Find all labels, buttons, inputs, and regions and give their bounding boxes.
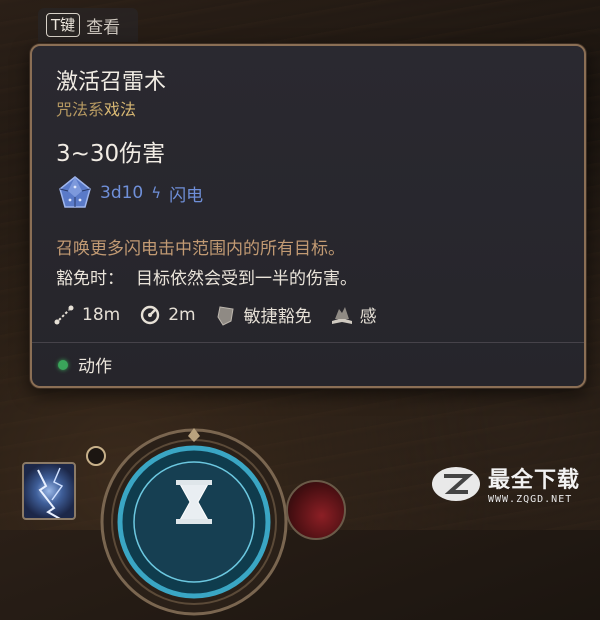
shield-icon <box>217 305 234 326</box>
watermark-url: WWW.ZQGD.NET <box>488 494 573 505</box>
save-text: 目标依然会受到一半的伤害。 <box>136 269 357 289</box>
extra-value: 感 <box>359 307 377 327</box>
save-type: 敏捷豁免 <box>243 307 312 327</box>
inspect-label: 查看 <box>86 17 121 38</box>
spell-hotbar-slot[interactable] <box>22 462 76 520</box>
range-icon <box>54 305 74 324</box>
lightning-spell-icon <box>37 467 64 518</box>
action-dot-icon <box>58 359 68 370</box>
spell-type: 戏法 <box>104 100 137 119</box>
radius-icon <box>141 305 160 324</box>
spell-subtitle: 咒法系戏法 <box>56 96 136 120</box>
save-type-stat: 敏捷豁免 <box>214 302 312 327</box>
turn-orb[interactable] <box>96 424 292 620</box>
damage-range: 3~30伤害 <box>56 141 166 167</box>
key-badge: T键 <box>46 13 81 37</box>
watermark: 最全下载 WWW.ZQGD.NET <box>430 462 580 505</box>
radius-stat: 2m <box>138 303 196 327</box>
action-cost: 动作 <box>58 352 112 377</box>
radius-value: 2m <box>168 304 196 325</box>
lightning-icon: ϟ <box>151 184 162 202</box>
spell-tooltip: 激活召雷术 咒法系戏法 3~30伤害 3d10 ϟ 闪电 召唤更多闪电击中范围内… <box>30 44 586 388</box>
range-value: 18m <box>82 304 121 325</box>
extra-stat: 感 <box>330 302 377 327</box>
dice-value: 3d10 <box>100 183 144 203</box>
resource-orb <box>286 480 346 540</box>
range-stat: 18m <box>52 303 120 327</box>
watermark-text: 最全下载 WWW.ZQGD.NET <box>488 462 580 505</box>
book-icon <box>331 306 352 324</box>
spell-description: 召唤更多闪电击中范围内的所有目标。 <box>56 239 345 259</box>
dice-row: 3d10 ϟ 闪电 <box>58 174 203 212</box>
inspect-hint[interactable]: T键 查看 <box>38 8 138 42</box>
divider <box>32 342 584 343</box>
d10-dice-icon <box>59 176 91 208</box>
damage-type: 闪电 <box>169 185 204 206</box>
save-line: 豁免时： 目标依然会受到一半的伤害。 <box>56 264 357 289</box>
save-label: 豁免时： <box>56 269 124 289</box>
watermark-logo <box>432 466 480 501</box>
spell-name: 激活召雷术 <box>56 70 167 95</box>
action-label: 动作 <box>78 357 112 377</box>
spell-stats: 18m 2m 敏捷豁免 感 <box>52 302 387 327</box>
watermark-title: 最全下载 <box>488 468 581 493</box>
spell-school: 咒法系 <box>56 100 105 119</box>
